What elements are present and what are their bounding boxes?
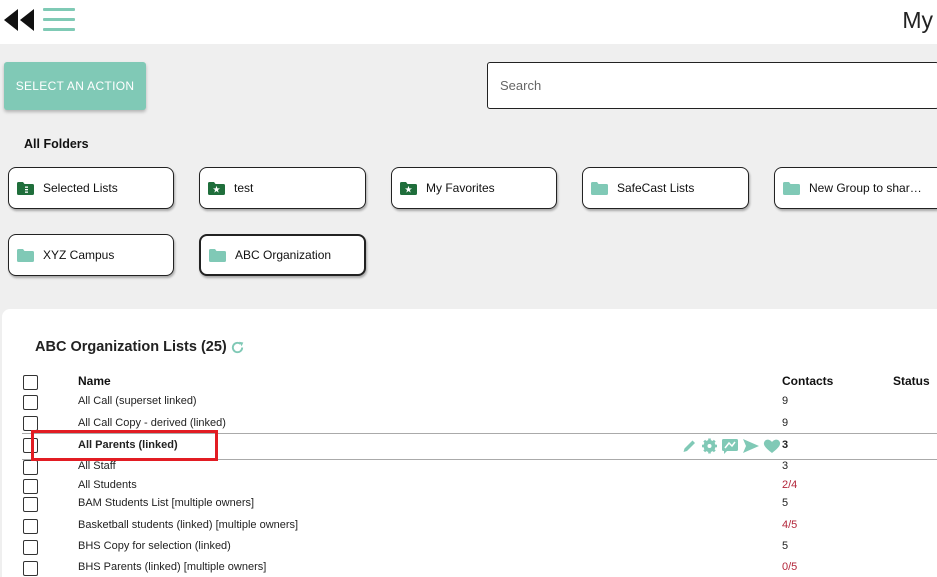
folder-label: test	[234, 181, 254, 195]
highlight-annotation	[31, 430, 218, 461]
edit-icon[interactable]	[681, 438, 698, 454]
list-name[interactable]: All Staff	[78, 460, 116, 472]
favorite-icon[interactable]	[763, 438, 781, 454]
list-contacts: 9	[782, 417, 789, 429]
folder-list-icon	[17, 181, 34, 195]
list-contacts: 5	[782, 497, 789, 509]
column-header-name[interactable]: Name	[78, 374, 111, 388]
row-checkbox[interactable]	[23, 540, 38, 555]
folder-label: New Group to share with others	[809, 181, 931, 195]
row-checkbox[interactable]	[23, 561, 38, 576]
list-contacts: 5	[782, 540, 789, 552]
select-all-checkbox[interactable]	[23, 375, 38, 390]
list-name[interactable]: All Call Copy - derived (linked)	[78, 417, 226, 429]
list-name[interactable]: BHS Parents (linked) [multiple owners]	[78, 561, 266, 573]
folder-label: ABC Organization	[235, 248, 332, 262]
list-name[interactable]: All Students	[78, 479, 137, 491]
list-contacts: 0/5	[782, 561, 798, 573]
column-header-contacts[interactable]: Contacts	[782, 374, 833, 388]
refresh-icon[interactable]	[230, 340, 245, 355]
folder-label: SafeCast Lists	[617, 181, 695, 195]
send-icon[interactable]	[742, 438, 760, 454]
column-header-status[interactable]: Status	[893, 374, 930, 388]
list-contacts: 4/5	[782, 519, 798, 531]
folder-icon	[783, 181, 800, 195]
folder-new-group[interactable]: New Group to share with others	[774, 167, 937, 209]
folder-test[interactable]: test	[199, 167, 366, 209]
folder-star-icon	[400, 181, 417, 195]
row-checkbox[interactable]	[23, 416, 38, 431]
folder-label: My Favorites	[426, 181, 495, 195]
row-checkbox[interactable]	[23, 519, 38, 534]
folder-safecast-lists[interactable]: SafeCast Lists	[582, 167, 749, 209]
folder-star-icon	[208, 181, 225, 195]
folder-label: XYZ Campus	[43, 248, 115, 262]
list-name[interactable]: BHS Copy for selection (linked)	[78, 540, 231, 552]
select-action-button[interactable]: SELECT AN ACTION	[4, 62, 146, 110]
list-name[interactable]: Basketball students (linked) [multiple o…	[78, 519, 298, 531]
list-contacts: 9	[782, 395, 789, 407]
folders-heading: All Folders	[24, 137, 89, 151]
top-bar: My	[0, 0, 937, 44]
folder-my-favorites[interactable]: My Favorites	[391, 167, 557, 209]
folder-icon	[591, 181, 608, 195]
row-checkbox[interactable]	[23, 479, 38, 494]
row-checkbox[interactable]	[23, 460, 38, 475]
folder-xyz-campus[interactable]: XYZ Campus	[8, 234, 174, 276]
search-input[interactable]	[487, 62, 937, 109]
list-contacts: 3	[782, 460, 789, 472]
list-contacts: 2/4	[782, 479, 798, 491]
page-title: My	[902, 7, 933, 33]
lists-panel: ABC Organization Lists (25) Name Contact…	[2, 309, 937, 577]
message-icon[interactable]	[721, 438, 739, 454]
list-contacts: 3	[782, 439, 789, 451]
rewind-icon[interactable]	[4, 9, 34, 31]
folder-icon	[17, 248, 34, 262]
list-name[interactable]: BAM Students List [multiple owners]	[78, 497, 254, 509]
row-action-icons	[681, 438, 781, 454]
settings-icon[interactable]	[701, 438, 718, 454]
folder-icon	[209, 248, 226, 262]
hamburger-menu-icon[interactable]	[43, 8, 75, 32]
lists-title: ABC Organization Lists (25)	[35, 339, 227, 355]
folder-selected-lists[interactable]: Selected Lists	[8, 167, 174, 209]
list-name[interactable]: All Call (superset linked)	[78, 395, 197, 407]
folder-label: Selected Lists	[43, 181, 118, 195]
row-checkbox[interactable]	[23, 497, 38, 512]
folder-abc-organization[interactable]: ABC Organization	[199, 234, 366, 276]
row-checkbox[interactable]	[23, 395, 38, 410]
